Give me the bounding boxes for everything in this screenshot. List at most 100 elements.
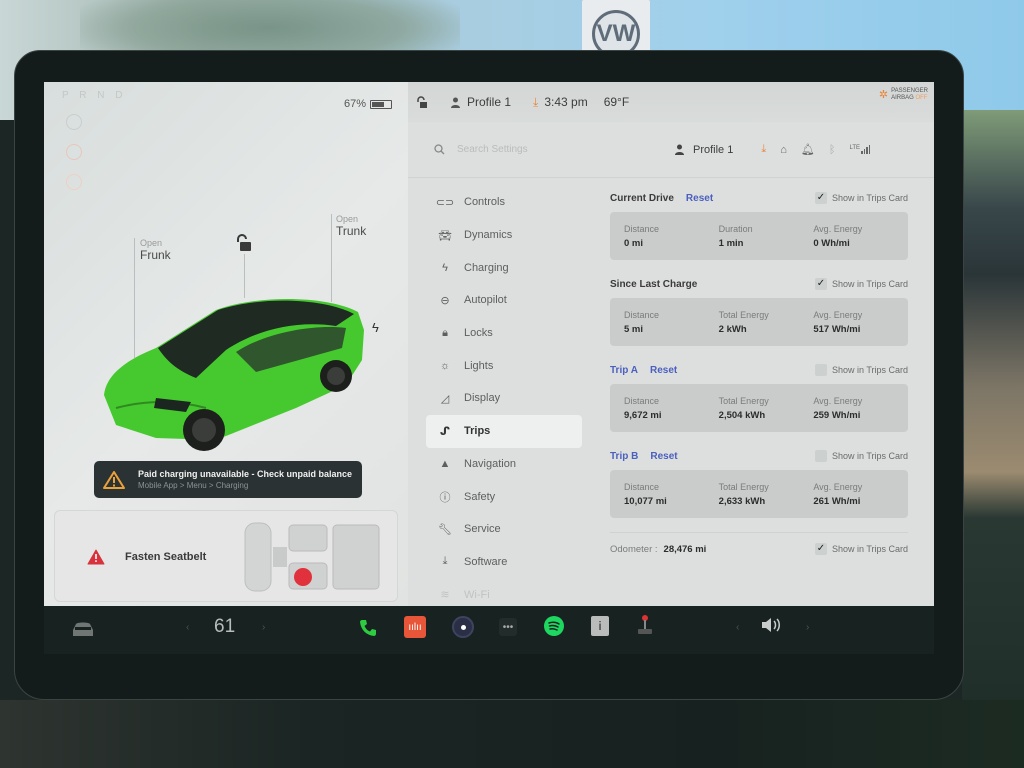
headlight-icon [66, 114, 82, 130]
charging-alert-title: Paid charging unavailable - Check unpaid… [138, 469, 353, 479]
gear-selector[interactable]: P R N D [62, 90, 127, 101]
show-label: Show in Trips Card [831, 365, 908, 375]
nav-item-service[interactable]: 🔧︎ Service [426, 513, 582, 546]
volume-button[interactable] [760, 616, 782, 634]
network-type: LTE [849, 145, 861, 151]
warning-icon [103, 470, 125, 489]
search-settings-input[interactable]: Search Settings [434, 144, 654, 155]
download-icon: ⤓ [442, 555, 448, 568]
spotify-app-button[interactable] [544, 616, 564, 636]
software-update-icon[interactable]: ⤓ [761, 143, 766, 156]
car-controls-button[interactable] [70, 620, 96, 638]
passenger-airbag-status: ✲ PASSENGER AIRBAG OFF [879, 88, 928, 101]
software-update-status[interactable]: ⤓ 3:43 pm [533, 95, 588, 110]
checkbox-unchecked[interactable] [814, 450, 827, 462]
homelink-garage-icon[interactable]: ⌂ [780, 144, 787, 156]
chevron-right-icon: › [806, 622, 810, 633]
frunk-button[interactable]: Open Frunk [140, 238, 171, 262]
phone-icon [360, 620, 376, 636]
charging-alert[interactable]: Paid charging unavailable - Check unpaid… [94, 461, 362, 498]
nav-item-display[interactable]: ◿ Display [426, 382, 582, 415]
volume-down-button[interactable]: ‹ [736, 622, 739, 633]
unbuckled-seat-indicator-icon [294, 568, 312, 586]
light-icon: ☼ [439, 359, 451, 372]
frunk-label: Frunk [140, 248, 171, 262]
camera-app-button[interactable] [452, 616, 474, 638]
camera-icon [452, 616, 474, 638]
stat-value: 2,633 kWh [718, 495, 766, 507]
notification-bell-icon[interactable]: 🔔︎ [801, 143, 815, 156]
profile-name: Profile 1 [693, 143, 734, 156]
airbag-indicator-icon [66, 174, 82, 190]
temp-up-button[interactable]: › [262, 622, 265, 633]
volume-up-button[interactable]: › [806, 622, 809, 633]
nav-label: Software [464, 555, 508, 568]
nav-item-dynamics[interactable]: 🚘︎ Dynamics [426, 219, 582, 252]
car-3d-model[interactable] [96, 290, 368, 455]
stat-value: 259 Wh/mi [813, 409, 861, 421]
stat-label: Avg. Energy [813, 309, 863, 320]
nav-label: Lights [464, 359, 494, 372]
nav-label: Display [464, 392, 501, 405]
nav-item-navigation[interactable]: ▲ Navigation [426, 448, 582, 481]
checkbox-checked[interactable]: ✓ [814, 543, 827, 555]
charge-port-bolt-icon[interactable]: ϟ [372, 320, 379, 335]
nav-label: Locks [464, 327, 493, 340]
since-last-charge-stats: Distance 5 mi Total Energy 2 kWh Avg. Ener… [610, 298, 908, 346]
airbag-label-1: PASSENGER [891, 88, 928, 94]
trip-b-reset-button[interactable]: Reset [650, 451, 677, 462]
audio-app-button[interactable]: ıılıı [404, 616, 426, 638]
car-icon [73, 622, 93, 636]
stat-value: 261 Wh/mi [813, 495, 861, 507]
stat-label: Distance [624, 309, 660, 320]
airbag-state: OFF [915, 94, 928, 101]
taskbar: ‹ 61 › ıılıı ••• i ‹ › [44, 606, 934, 654]
owners-manual-button[interactable]: i [591, 616, 609, 636]
spotify-icon [544, 616, 564, 636]
nav-item-software[interactable]: ⤓ Software [426, 546, 582, 579]
nav-item-charging[interactable]: ϟ Charging [426, 251, 582, 284]
trunk-button[interactable]: Open Trunk [336, 214, 366, 238]
stat: Distance 10,077 mi [624, 482, 719, 507]
status-profile[interactable]: Profile 1 [450, 95, 511, 109]
status-bar: Profile 1 ⤓ 3:43 pm 69°F ✲ PASSENGER AIR… [408, 82, 934, 122]
nav-label: Service [464, 523, 501, 536]
more-apps-button[interactable]: ••• [499, 618, 517, 636]
stat-value: 2,504 kWh [718, 409, 766, 421]
odometer-show-toggle[interactable]: ✓ Show in Trips Card [814, 543, 908, 555]
since-last-charge-show-toggle[interactable]: ✓ Show in Trips Card [814, 278, 908, 290]
search-placeholder: Search Settings [457, 144, 528, 155]
dashboard-bottom [0, 700, 1024, 768]
checkbox-checked[interactable]: ✓ [814, 278, 827, 290]
stat-label: Total Energy [718, 395, 769, 406]
nav-item-safety[interactable]: ⓘ Safety [426, 480, 582, 513]
checkbox-unchecked[interactable] [814, 364, 827, 376]
bluetooth-icon[interactable]: ᛒ [829, 144, 836, 156]
trip-a-reset-button[interactable]: Reset [650, 365, 677, 376]
unlock-icon[interactable] [234, 234, 252, 252]
trip-b-show-toggle[interactable]: Show in Trips Card [814, 450, 908, 462]
profile-button[interactable]: Profile 1 [674, 144, 733, 156]
cabin-temp[interactable]: 61 [214, 616, 235, 638]
checkbox-checked[interactable]: ✓ [814, 192, 827, 204]
phone-app-button[interactable] [358, 618, 378, 638]
nav-item-lights[interactable]: ☼ Lights [426, 349, 582, 382]
airbag-label-2: AIRBAG [891, 94, 914, 101]
nav-item-controls[interactable]: ⊂⊃ Controls [426, 186, 582, 219]
trips-icon: ᔑ [439, 425, 451, 438]
lock-status[interactable] [416, 96, 428, 108]
trip-b-title: Trip B [610, 450, 639, 462]
seatbelt-indicator-icon [66, 144, 82, 160]
stat: Avg. Energy 261 Wh/mi [813, 482, 908, 507]
current-drive-reset-button[interactable]: Reset [686, 193, 713, 204]
arcade-app-button[interactable] [636, 614, 654, 636]
battery-fill [372, 101, 385, 107]
trip-a-show-toggle[interactable]: Show in Trips Card [814, 364, 908, 376]
temp-down-button[interactable]: ‹ [186, 622, 189, 633]
stat-value: 0 mi [624, 237, 644, 249]
display-icon: ◿ [440, 392, 450, 405]
nav-item-trips[interactable]: ᔑ Trips [426, 414, 582, 448]
current-drive-show-toggle[interactable]: ✓ Show in Trips Card [814, 192, 908, 204]
nav-item-locks[interactable]: 🔒︎ Locks [426, 317, 582, 350]
nav-item-autopilot[interactable]: ⊖ Autopilot [426, 284, 582, 317]
